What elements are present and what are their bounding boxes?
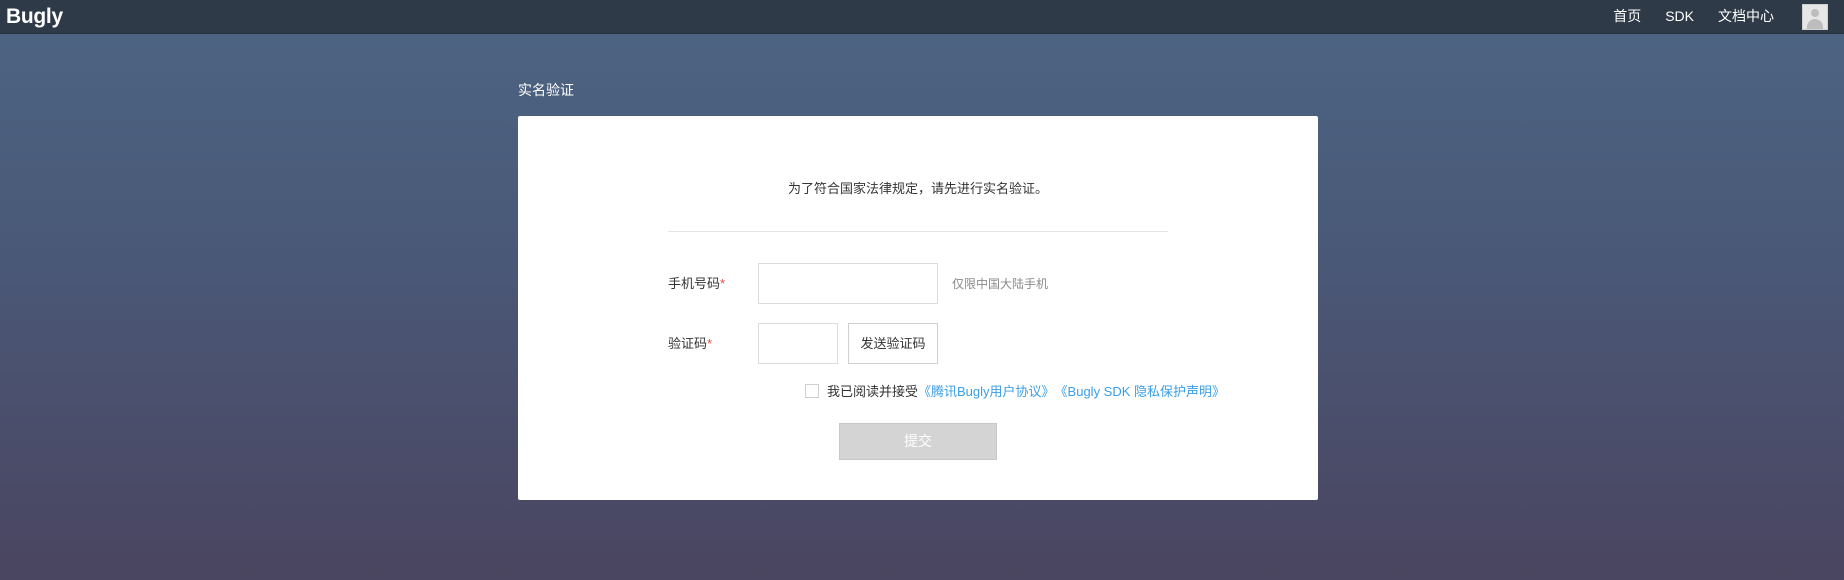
send-code-button[interactable]: 发送验证码 (848, 323, 938, 364)
phone-label: 手机号码* (668, 273, 725, 292)
top-navbar: Bugly 首页 SDK 文档中心 (0, 0, 1844, 34)
verification-card: 为了符合国家法律规定，请先进行实名验证。 手机号码* 仅限中国大陆手机 验证码*… (518, 116, 1318, 500)
phone-input[interactable] (758, 263, 938, 304)
agreement-row: 我已阅读并接受 《腾讯Bugly用户协议》 《Bugly SDK 隐私保护声明》 (805, 381, 1225, 400)
code-input[interactable] (758, 323, 838, 364)
top-nav: 首页 SDK 文档中心 (1613, 0, 1844, 33)
code-label-text: 验证码 (668, 336, 708, 351)
page-title: 实名验证 (518, 82, 574, 98)
required-mark: * (707, 336, 713, 351)
privacy-statement-link[interactable]: 《Bugly SDK 隐私保护声明》 (1055, 381, 1225, 400)
agree-prefix: 我已阅读并接受 (827, 384, 919, 399)
submit-button[interactable]: 提交 (839, 423, 997, 460)
nav-item-sdk[interactable]: SDK (1665, 0, 1694, 33)
phone-label-text: 手机号码 (668, 276, 721, 291)
nav-item-home[interactable]: 首页 (1613, 0, 1641, 33)
avatar-head-icon (1811, 8, 1819, 17)
required-mark: * (720, 276, 726, 291)
user-avatar[interactable] (1802, 3, 1828, 30)
user-agreement-link[interactable]: 《腾讯Bugly用户协议》 (918, 381, 1055, 400)
nav-item-docs[interactable]: 文档中心 (1718, 0, 1774, 33)
agree-checkbox[interactable] (805, 383, 819, 398)
bugly-logo[interactable]: Bugly (6, 6, 63, 28)
phone-hint: 仅限中国大陆手机 (952, 277, 1049, 291)
legal-notice: 为了符合国家法律规定，请先进行实名验证。 (787, 181, 1048, 196)
divider (668, 231, 1168, 232)
avatar-body-icon (1807, 18, 1823, 29)
code-label: 验证码* (668, 333, 712, 352)
